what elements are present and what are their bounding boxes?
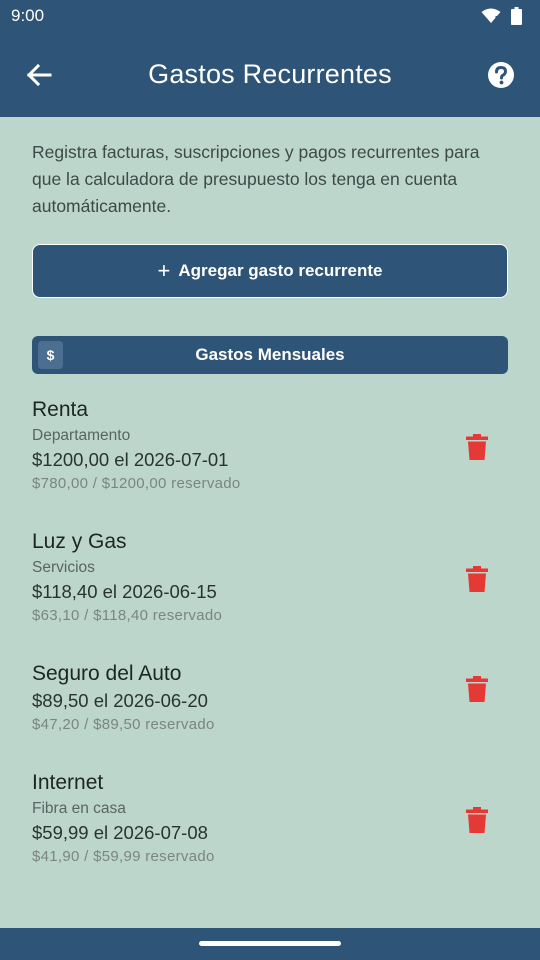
trash-icon[interactable] [466, 566, 488, 592]
trash-icon[interactable] [466, 676, 488, 702]
expense-category: Departamento [32, 427, 131, 444]
expense-category: Fibra en casa [32, 800, 126, 817]
trash-icon[interactable] [466, 807, 488, 833]
status-time: 9:00 [11, 6, 45, 25]
expense-item: Internet Fibra en casa $59,99 el 2026-07… [32, 771, 508, 865]
status-bar: 9:00 [0, 0, 540, 32]
section-header-monthly: $ Gastos Mensuales [32, 336, 508, 374]
navigation-bar [0, 928, 540, 960]
intro-text: Registra facturas, suscripciones y pagos… [32, 142, 480, 216]
expense-name: Seguro del Auto [32, 662, 182, 685]
help-button[interactable] [486, 60, 516, 90]
expense-name: Internet [32, 771, 104, 794]
back-button[interactable] [24, 60, 54, 90]
expense-amount: $59,99 el 2026-07-08 [32, 822, 208, 843]
plus-icon: + [157, 258, 171, 283]
expense-name: Luz y Gas [32, 530, 127, 553]
expense-item: Renta Departamento $1200,00 el 2026-07-0… [32, 398, 508, 492]
app-bar: Gastos Recurrentes [0, 32, 540, 117]
expense-reserved: $41,90 / $59,99 reservado [32, 848, 215, 865]
expense-reserved: $47,20 / $89,50 reservado [32, 716, 215, 733]
add-button-label: Agregar gasto recurrente [178, 261, 383, 280]
help-circle-icon [487, 61, 514, 88]
expense-reserved: $63,10 / $118,40 reservado [32, 607, 223, 624]
expense-item: Luz y Gas Servicios $118,40 el 2026-06-1… [32, 530, 508, 624]
expense-reserved: $780,00 / $1200,00 reservado [32, 475, 241, 492]
content: Registra facturas, suscripciones y pagos… [32, 117, 508, 865]
status-icons [481, 7, 522, 25]
expense-amount: $118,40 el 2026-06-15 [32, 581, 217, 602]
trash-icon[interactable] [466, 434, 488, 460]
home-gesture-handle[interactable] [199, 941, 341, 946]
add-recurring-expense-button[interactable]: + Agregar gasto recurrente [32, 244, 508, 298]
page-title: Gastos Recurrentes [148, 59, 392, 89]
expense-amount: $1200,00 el 2026-07-01 [32, 449, 229, 470]
section-title: Gastos Mensuales [195, 345, 345, 364]
dollar-icon: $ [38, 341, 63, 369]
expense-category: Servicios [32, 559, 95, 576]
expense-amount: $89,50 el 2026-06-20 [32, 690, 208, 711]
battery-icon [511, 7, 522, 25]
expense-item: Seguro del Auto $89,50 el 2026-06-20 $47… [32, 662, 508, 733]
expense-name: Renta [32, 398, 89, 421]
arrow-left-icon [26, 63, 52, 86]
wifi-icon [481, 8, 501, 23]
